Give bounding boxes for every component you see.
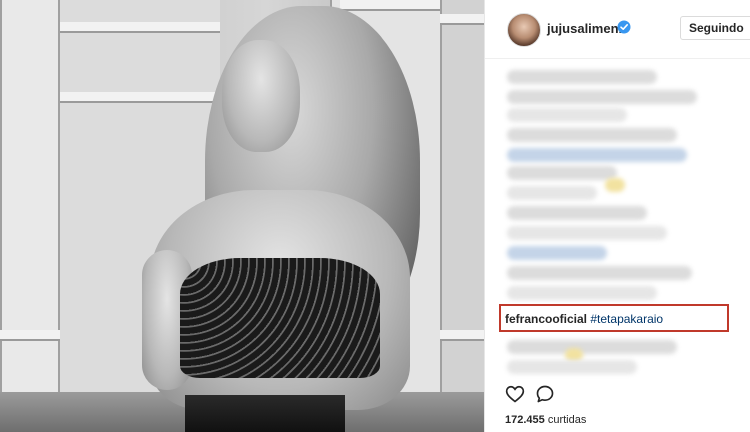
locker-shelf (440, 330, 484, 341)
locker-panel (440, 0, 484, 432)
person-face (222, 40, 300, 152)
following-button[interactable]: Seguindo (680, 16, 750, 40)
blurred-comment (507, 226, 667, 240)
blurred-comment (507, 70, 657, 84)
highlighted-comment: fefrancooficial #tetapakaraio (505, 312, 663, 326)
post-photo[interactable] (0, 0, 484, 432)
locker-shelf (0, 330, 60, 341)
sequin-top (180, 258, 380, 378)
blurred-comment (507, 166, 617, 180)
blurred-comment (507, 206, 647, 220)
person-jeans (185, 395, 345, 432)
comment-bubble-icon[interactable] (535, 384, 555, 404)
blurred-comment (507, 148, 687, 162)
comment-hashtag[interactable]: #tetapakaraio (590, 312, 663, 326)
post-sidebar: jujusalimeni Seguindo fefrancooficial #t… (484, 0, 750, 432)
blurred-comment (507, 128, 677, 142)
blurred-comment (507, 266, 692, 280)
heart-icon[interactable] (505, 384, 525, 404)
comment-username[interactable]: fefrancooficial (505, 312, 587, 326)
likes-count[interactable]: 172.455 curtidas (505, 414, 586, 426)
blurred-comment (507, 90, 697, 104)
post-username[interactable]: jujusalimeni (547, 21, 622, 36)
blurred-comment (507, 246, 607, 260)
locker-shelf (340, 0, 440, 11)
post-header: jujusalimeni Seguindo (485, 0, 750, 59)
avatar[interactable] (507, 13, 541, 47)
verified-badge-icon (617, 20, 631, 34)
blurred-comment (507, 286, 657, 300)
blurred-comment (507, 108, 627, 122)
locker-shelf (60, 22, 220, 33)
likes-number: 172.455 (505, 414, 545, 426)
blurred-comment (605, 178, 625, 192)
blurred-comment (507, 186, 597, 200)
likes-label: curtidas (547, 414, 587, 426)
locker-shelf (60, 92, 220, 103)
locker-panel (0, 0, 62, 432)
locker-shelf (440, 14, 484, 25)
blurred-comment (507, 360, 637, 374)
blurred-comment (507, 340, 677, 354)
